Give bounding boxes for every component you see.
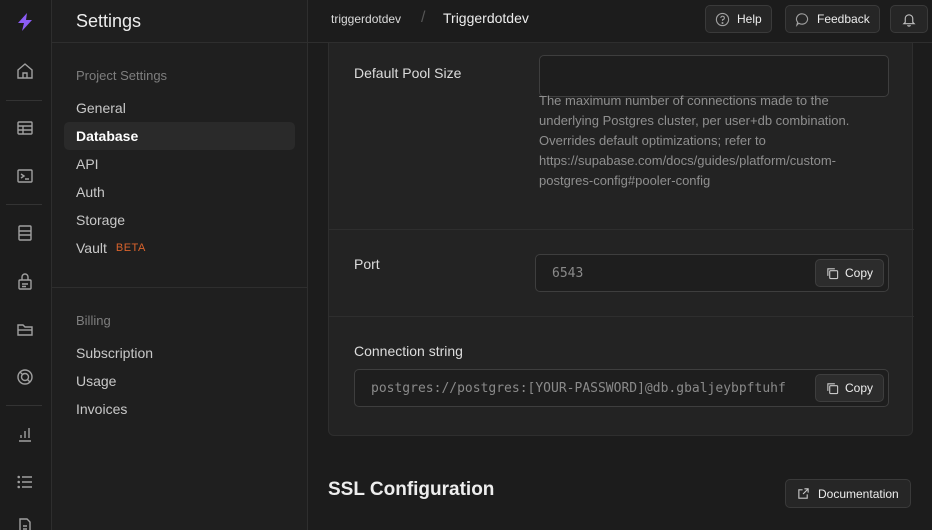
logo-icon[interactable]: [14, 11, 36, 33]
menu-item-label: Storage: [76, 212, 126, 228]
home-icon[interactable]: [14, 60, 36, 82]
logs-icon[interactable]: [14, 471, 36, 493]
external-link-icon: [798, 488, 809, 499]
menu-item-label: Invoices: [76, 401, 128, 417]
menu-item-auth[interactable]: Auth: [64, 178, 295, 206]
rail-divider: [6, 204, 42, 205]
storage-icon[interactable]: [14, 318, 36, 340]
menu-item-general[interactable]: General: [64, 94, 295, 122]
auth-icon[interactable]: [14, 270, 36, 292]
copy-label: Copy: [844, 266, 873, 280]
app-root: Settings Project Settings General Databa…: [0, 0, 932, 530]
copy-label: Copy: [844, 381, 873, 395]
menu-title: Settings: [52, 0, 307, 43]
port-input[interactable]: 6543 Copy: [535, 254, 889, 292]
menu-divider: [52, 287, 308, 288]
copy-port-button[interactable]: Copy: [814, 259, 884, 287]
menu-item-api[interactable]: API: [64, 150, 295, 178]
documentation-button[interactable]: Documentation: [785, 479, 911, 508]
copy-icon: [827, 267, 839, 279]
port-label: Port: [354, 256, 380, 272]
rail-divider: [6, 405, 42, 406]
menu-item-label: Auth: [76, 184, 105, 200]
menu-item-vault[interactable]: Vault BETA: [64, 234, 295, 262]
sql-editor-icon[interactable]: [14, 165, 36, 187]
connection-string-value: postgres://postgres:[YOUR-PASSWORD]@db.g…: [371, 381, 786, 396]
help-icon: [715, 12, 730, 26]
menu-item-label: General: [76, 100, 126, 116]
feedback-label: Feedback: [817, 12, 870, 26]
realtime-icon[interactable]: [14, 366, 36, 388]
help-button[interactable]: Help: [705, 5, 772, 33]
copy-icon: [827, 382, 839, 394]
documentation-label: Documentation: [818, 486, 899, 501]
menu-item-subscription[interactable]: Subscription: [64, 339, 295, 367]
connection-string-input[interactable]: postgres://postgres:[YOUR-PASSWORD]@db.g…: [354, 369, 889, 407]
database-icon[interactable]: [14, 222, 36, 244]
reports-icon[interactable]: [14, 423, 36, 445]
beta-badge: BETA: [115, 242, 146, 254]
row-divider: [329, 229, 914, 230]
feedback-button[interactable]: Feedback: [785, 5, 880, 33]
port-value: 6543: [552, 266, 584, 281]
menu-item-label: Subscription: [76, 345, 154, 361]
breadcrumb-project[interactable]: Triggerdotdev: [443, 10, 529, 26]
menu-item-label: API: [76, 156, 99, 172]
menu-item-database[interactable]: Database: [64, 122, 295, 150]
help-label: Help: [737, 12, 762, 26]
menu-item-label: Vault: [76, 240, 107, 256]
top-bar: triggerdotdev / Triggerdotdev Help Feedb…: [308, 0, 932, 43]
copy-connection-string-button[interactable]: Copy: [814, 374, 884, 402]
menu-item-label: Database: [76, 128, 139, 144]
main-content: Default Pool Size The maximum number of …: [308, 43, 932, 530]
connection-string-label: Connection string: [354, 343, 463, 359]
pool-size-help: The maximum number of connections made t…: [539, 93, 850, 188]
connection-pooling-card: Default Pool Size The maximum number of …: [328, 43, 914, 436]
menu-item-storage[interactable]: Storage: [64, 206, 295, 234]
menu-group-title-project-settings: Project Settings: [76, 68, 168, 83]
pool-size-label: Default Pool Size: [354, 65, 462, 81]
settings-menu: Settings Project Settings General Databa…: [52, 0, 308, 530]
table-editor-icon[interactable]: [14, 117, 36, 139]
icon-rail: [0, 0, 52, 530]
docs-icon[interactable]: [14, 515, 36, 530]
menu-item-invoices[interactable]: Invoices: [64, 395, 295, 423]
menu-group-title-billing: Billing: [76, 313, 111, 328]
breadcrumb-org[interactable]: triggerdotdev: [331, 12, 401, 26]
row-divider: [329, 316, 914, 317]
menu-item-label: Usage: [76, 373, 117, 389]
menu-item-usage[interactable]: Usage: [64, 367, 295, 395]
notifications-button[interactable]: [890, 5, 928, 33]
ssl-section-title: SSL Configuration: [328, 479, 495, 500]
breadcrumb-separator: /: [421, 9, 426, 26]
chat-bubble-icon: [795, 12, 809, 27]
bell-icon: [902, 13, 916, 27]
rail-divider: [6, 100, 42, 101]
